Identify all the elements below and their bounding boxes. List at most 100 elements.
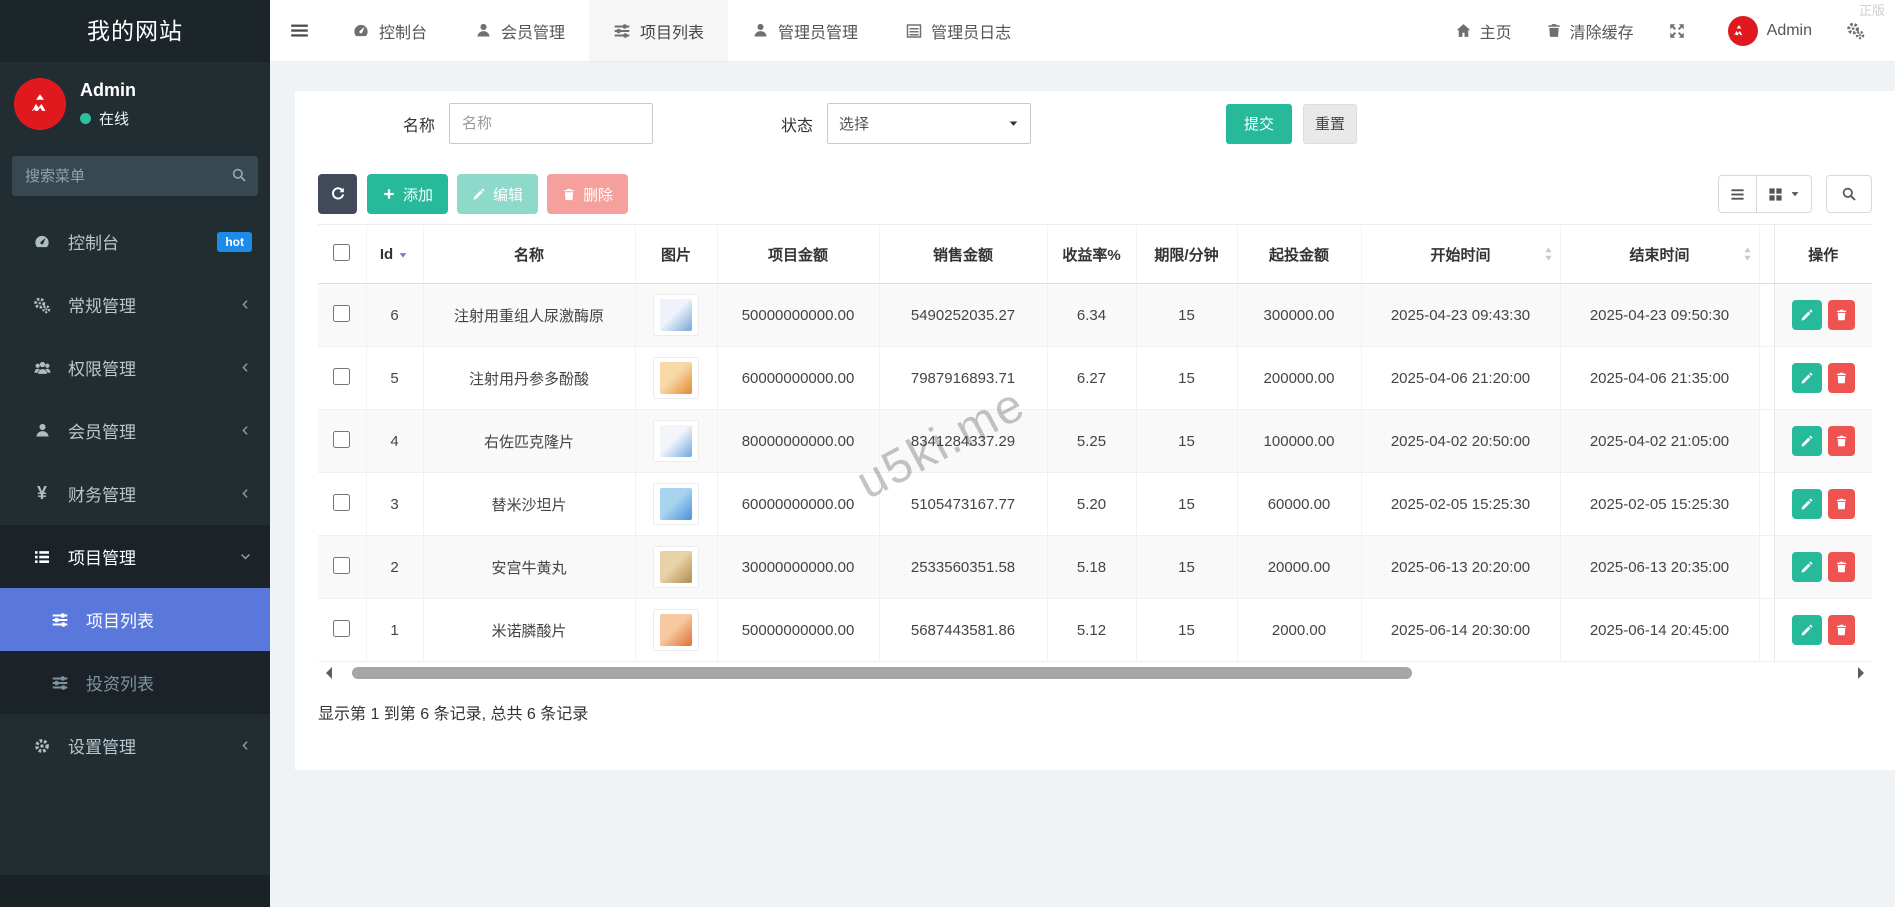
sidebar-item-label: 财务管理 bbox=[68, 481, 136, 506]
reset-button[interactable]: 重置 bbox=[1303, 104, 1357, 144]
search-icon[interactable] bbox=[231, 167, 247, 183]
select-all-checkbox[interactable] bbox=[333, 244, 350, 261]
columns-dropdown-button[interactable] bbox=[1757, 175, 1812, 213]
cell-amount: 60000000000.00 bbox=[717, 347, 879, 410]
scrollbar-thumb[interactable] bbox=[352, 667, 1412, 679]
add-button-label: 添加 bbox=[403, 184, 433, 205]
row-checkbox[interactable] bbox=[333, 305, 350, 322]
tab-admin-log[interactable]: 管理员日志 bbox=[882, 0, 1035, 61]
cell-min: 200000.00 bbox=[1237, 347, 1361, 410]
delete-row-button[interactable] bbox=[1828, 426, 1855, 456]
column-header-sales[interactable]: 销售金额 bbox=[879, 225, 1047, 284]
table-row: 2安宫牛黄丸30000000000.002533560351.585.18152… bbox=[318, 536, 1872, 599]
row-select-cell bbox=[318, 473, 366, 536]
product-image-content bbox=[660, 551, 692, 583]
column-header-name[interactable]: 名称 bbox=[423, 225, 635, 284]
delete-row-button[interactable] bbox=[1828, 363, 1855, 393]
tab-member[interactable]: 会员管理 bbox=[451, 0, 589, 61]
delete-row-button[interactable] bbox=[1828, 552, 1855, 582]
menu-toggle-button[interactable] bbox=[270, 0, 328, 61]
edit-row-button[interactable] bbox=[1792, 300, 1822, 330]
delete-button-disabled[interactable]: 删除 bbox=[547, 174, 628, 214]
admin-avatar bbox=[1728, 16, 1758, 46]
product-image[interactable] bbox=[653, 609, 699, 651]
row-checkbox[interactable] bbox=[333, 494, 350, 511]
row-checkbox[interactable] bbox=[333, 431, 350, 448]
chevron-left-icon bbox=[239, 298, 252, 311]
column-header-op[interactable]: 操作 bbox=[1774, 225, 1872, 284]
column-header-amount[interactable]: 项目金额 bbox=[717, 225, 879, 284]
cog-icon bbox=[30, 737, 54, 755]
edit-row-button[interactable] bbox=[1792, 552, 1822, 582]
cell-image bbox=[635, 536, 717, 599]
sidebar-item-settings[interactable]: 设置管理 bbox=[0, 714, 270, 777]
product-image[interactable] bbox=[653, 420, 699, 462]
delete-row-button[interactable] bbox=[1828, 300, 1855, 330]
scrollbar-track[interactable] bbox=[340, 667, 1850, 679]
sidebar-item-auth[interactable]: 权限管理 bbox=[0, 336, 270, 399]
edit-row-button[interactable] bbox=[1792, 363, 1822, 393]
name-filter-input[interactable] bbox=[449, 103, 653, 144]
column-header-start[interactable]: 开始时间 bbox=[1361, 225, 1560, 284]
cell-sales: 8341284337.29 bbox=[879, 410, 1047, 473]
row-checkbox[interactable] bbox=[333, 557, 350, 574]
menu-search-input[interactable] bbox=[12, 156, 258, 196]
cell-amount: 60000000000.00 bbox=[717, 473, 879, 536]
clear-cache-link[interactable]: 清除缓存 bbox=[1546, 19, 1634, 43]
table-search-button[interactable] bbox=[1826, 175, 1872, 213]
product-image[interactable] bbox=[653, 546, 699, 588]
projects-table: Id名称图片项目金额销售金额收益率%期限/分钟起投金额开始时间结束时间操作 6注… bbox=[318, 224, 1872, 662]
column-header-rate[interactable]: 收益率% bbox=[1047, 225, 1136, 284]
product-image[interactable] bbox=[653, 294, 699, 336]
sidebar-item-invest-list[interactable]: 投资列表 bbox=[0, 651, 270, 714]
edit-row-button[interactable] bbox=[1792, 489, 1822, 519]
sidebar-item-member[interactable]: 会员管理 bbox=[0, 399, 270, 462]
user-panel: Admin 在线 bbox=[0, 62, 270, 140]
gears-icon bbox=[1846, 21, 1865, 40]
column-header-id[interactable]: Id bbox=[366, 225, 423, 284]
home-link[interactable]: 主页 bbox=[1455, 19, 1512, 43]
edit-row-button[interactable] bbox=[1792, 615, 1822, 645]
column-header-end[interactable]: 结束时间 bbox=[1560, 225, 1759, 284]
column-header-min[interactable]: 起投金额 bbox=[1237, 225, 1361, 284]
hamburger-icon bbox=[290, 21, 309, 40]
row-checkbox[interactable] bbox=[333, 620, 350, 637]
cell-end: 2025-04-23 09:50:30 bbox=[1560, 284, 1759, 347]
submit-button[interactable]: 提交 bbox=[1226, 104, 1292, 144]
row-checkbox[interactable] bbox=[333, 368, 350, 385]
delete-row-button[interactable] bbox=[1828, 615, 1855, 645]
fullscreen-button[interactable] bbox=[1668, 22, 1694, 40]
sidebar-item-console[interactable]: 控制台hot bbox=[0, 210, 270, 273]
sidebar-item-project[interactable]: 项目管理 bbox=[0, 525, 270, 588]
column-header-label: 销售金额 bbox=[933, 247, 993, 264]
sidebar-item-general[interactable]: 常规管理 bbox=[0, 273, 270, 336]
chevron-left-icon bbox=[239, 361, 252, 374]
toggle-view-button[interactable] bbox=[1718, 175, 1757, 213]
scroll-left-icon[interactable] bbox=[320, 667, 332, 679]
select-all-header[interactable] bbox=[318, 225, 366, 284]
refresh-button[interactable] bbox=[318, 174, 357, 214]
column-header-image[interactable]: 图片 bbox=[635, 225, 717, 284]
search-icon bbox=[1841, 186, 1857, 202]
open-tabs-bar: 控制台会员管理项目列表管理员管理管理员日志 bbox=[328, 0, 1035, 61]
product-image[interactable] bbox=[653, 483, 699, 525]
cell-amount: 50000000000.00 bbox=[717, 599, 879, 662]
yen-icon: ¥ bbox=[30, 483, 54, 504]
product-image[interactable] bbox=[653, 357, 699, 399]
add-button[interactable]: 添加 bbox=[367, 174, 448, 214]
delete-row-button[interactable] bbox=[1828, 489, 1855, 519]
scroll-right-icon[interactable] bbox=[1858, 667, 1870, 679]
cell-sales: 2533560351.58 bbox=[879, 536, 1047, 599]
sidebar-item-finance[interactable]: ¥ 财务管理 bbox=[0, 462, 270, 525]
sidebar-item-project-list[interactable]: 项目列表 bbox=[0, 588, 270, 651]
settings-menu-button[interactable] bbox=[1846, 21, 1873, 40]
edit-button-disabled[interactable]: 编辑 bbox=[457, 174, 538, 214]
edit-row-button[interactable] bbox=[1792, 426, 1822, 456]
status-select[interactable]: 选择 bbox=[827, 103, 1031, 144]
tab-admin-manage[interactable]: 管理员管理 bbox=[728, 0, 882, 61]
tab-project-list[interactable]: 项目列表 bbox=[589, 0, 728, 61]
horizontal-scrollbar bbox=[318, 666, 1872, 680]
column-header-period[interactable]: 期限/分钟 bbox=[1136, 225, 1237, 284]
tab-console[interactable]: 控制台 bbox=[328, 0, 451, 61]
admin-profile[interactable]: Admin bbox=[1728, 16, 1812, 46]
